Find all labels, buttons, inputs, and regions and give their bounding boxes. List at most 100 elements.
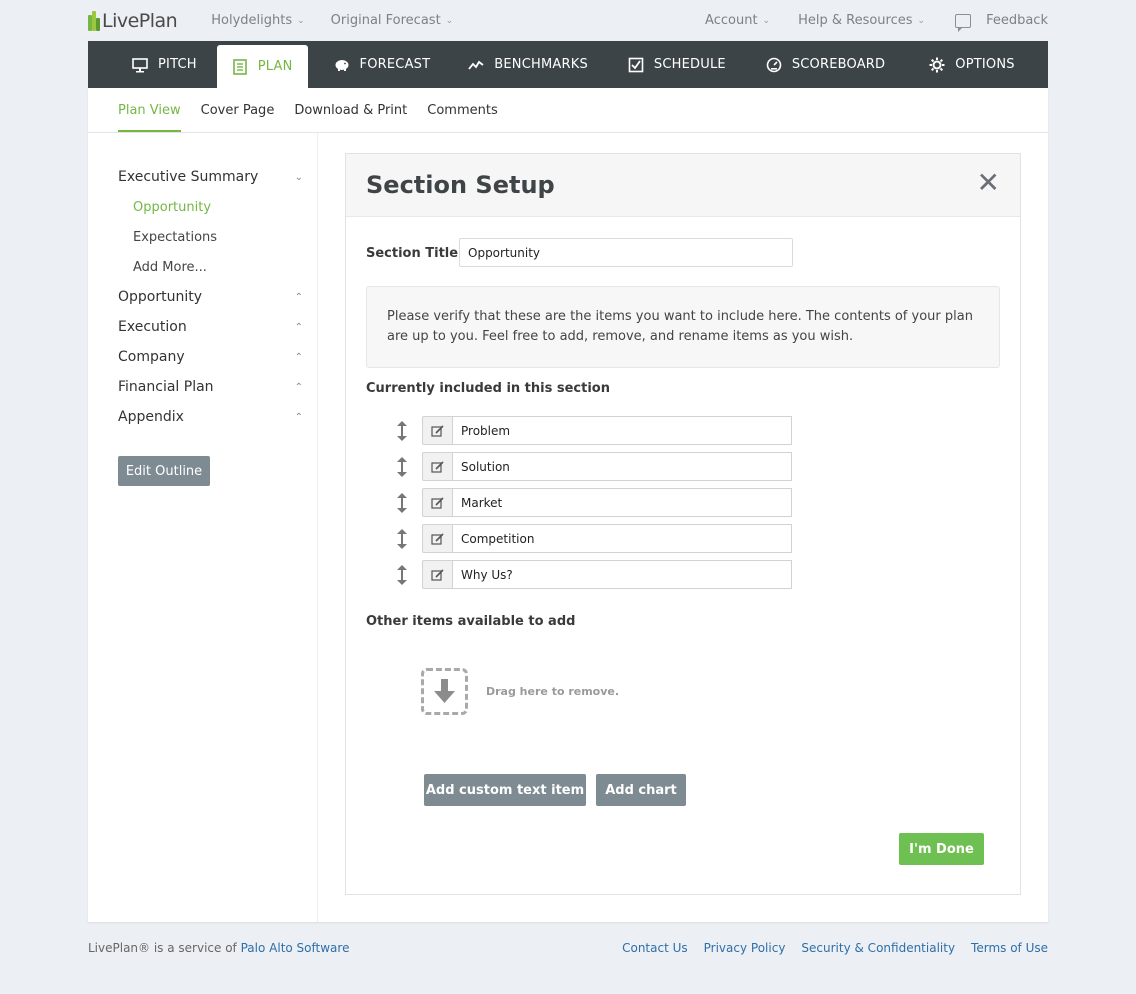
chevron-up-icon[interactable]: ⌃ [295, 382, 303, 393]
sidebar-item-opportunity[interactable]: Opportunity [133, 200, 211, 215]
add-custom-text-button[interactable]: Add custom text item [424, 774, 586, 806]
footer: LivePlan® is a service of Palo Alto Soft… [88, 941, 1048, 955]
piggy-bank-icon [334, 57, 350, 73]
other-items-heading: Other items available to add [366, 614, 576, 629]
item-name-input[interactable] [453, 488, 792, 517]
service-text: LivePlan® is a service of Palo Alto Soft… [88, 941, 349, 955]
drag-handle-icon[interactable] [396, 456, 408, 477]
top-right-links: Account ⌄ Help & Resources ⌄ Feedback [677, 13, 1048, 32]
item-name-input[interactable] [453, 416, 792, 445]
contact-us-link[interactable]: Contact Us [622, 941, 688, 955]
close-icon[interactable]: ✕ [977, 169, 1000, 197]
sidebar-section-financial-plan[interactable]: Financial Plan ⌃ [118, 379, 303, 395]
gauge-icon [766, 57, 782, 73]
tab-pitch-label: PITCH [158, 57, 197, 72]
section-title-input[interactable] [459, 238, 793, 267]
edit-icon[interactable] [422, 560, 453, 589]
chevron-up-icon[interactable]: ⌃ [295, 412, 303, 423]
subtab-plan-view[interactable]: Plan View [118, 88, 181, 132]
company-menu-label: Holydelights [211, 13, 293, 28]
subtab-cover-page[interactable]: Cover Page [201, 88, 275, 132]
section-label: Executive Summary [118, 169, 259, 185]
chevron-down-icon: ⌄ [445, 15, 454, 26]
content-panel: Plan View Cover Page Download & Print Co… [88, 88, 1048, 922]
verify-notice: Please verify that these are the items y… [366, 286, 1000, 368]
remove-dropzone[interactable] [421, 668, 468, 715]
arrow-down-icon [434, 679, 455, 703]
dialog-header: Section Setup [346, 154, 1020, 217]
edit-icon[interactable] [422, 452, 453, 481]
sidebar-item-add-more[interactable]: Add More... [133, 260, 207, 275]
item-name-input[interactable] [453, 524, 792, 553]
chevron-up-icon[interactable]: ⌃ [295, 292, 303, 303]
account-label: Account [705, 13, 758, 28]
sub-nav: Plan View Cover Page Download & Print Co… [88, 88, 1048, 133]
logo-text: LivePlan [102, 9, 178, 32]
list-item [396, 524, 792, 553]
sidebar-section-appendix[interactable]: Appendix ⌃ [118, 409, 303, 425]
edit-outline-button[interactable]: Edit Outline [118, 456, 210, 486]
terms-of-use-link[interactable]: Terms of Use [971, 941, 1048, 955]
security-link[interactable]: Security & Confidentiality [801, 941, 955, 955]
chevron-up-icon[interactable]: ⌃ [295, 352, 303, 363]
drag-handle-icon[interactable] [396, 564, 408, 585]
account-menu[interactable]: Account ⌄ [705, 13, 770, 28]
subtab-download-print[interactable]: Download & Print [294, 88, 407, 132]
sidebar-section-company[interactable]: Company ⌃ [118, 349, 303, 365]
tab-scoreboard-label: SCOREBOARD [791, 57, 886, 72]
section-setup-dialog: Section Setup ✕ Section Title: Please ve… [345, 153, 1021, 895]
tab-scoreboard[interactable]: SCOREBOARD [746, 41, 905, 88]
list-item [396, 416, 792, 445]
forecast-menu[interactable]: Original Forecast ⌄ [331, 13, 454, 28]
company-menu[interactable]: Holydelights ⌄ [211, 13, 304, 28]
trend-icon [468, 57, 484, 73]
dropzone-label: Drag here to remove. [486, 685, 620, 698]
item-name-input[interactable] [453, 560, 792, 589]
tab-forecast-label: FORECAST [359, 57, 431, 72]
tab-schedule-label: SCHEDULE [653, 57, 726, 72]
palo-alto-link[interactable]: Palo Alto Software [241, 941, 350, 955]
footer-links: Contact Us Privacy Policy Security & Con… [622, 941, 1048, 955]
tab-plan-label: PLAN [257, 59, 293, 74]
edit-icon[interactable] [422, 524, 453, 553]
help-menu[interactable]: Help & Resources ⌄ [798, 13, 925, 28]
tab-plan[interactable]: PLAN [216, 45, 308, 88]
list-item [396, 488, 792, 517]
tab-benchmarks[interactable]: BENCHMARKS [450, 41, 608, 88]
sidebar-item-expectations[interactable]: Expectations [133, 230, 217, 245]
section-label: Company [118, 349, 185, 365]
privacy-policy-link[interactable]: Privacy Policy [704, 941, 786, 955]
drag-handle-icon[interactable] [396, 528, 408, 549]
drag-handle-icon[interactable] [396, 492, 408, 513]
section-label: Financial Plan [118, 379, 214, 395]
forecast-menu-label: Original Forecast [330, 13, 441, 28]
chevron-up-icon[interactable]: ⌃ [295, 322, 303, 333]
done-button[interactable]: I'm Done [899, 833, 984, 865]
sidebar-section-execution[interactable]: Execution ⌃ [118, 319, 303, 335]
logo-mark-icon [88, 10, 100, 31]
tab-schedule[interactable]: SCHEDULE [608, 41, 746, 88]
subtab-comments[interactable]: Comments [427, 88, 497, 132]
section-title-label: Section Title: [366, 246, 464, 261]
chevron-down-icon: ⌄ [917, 15, 926, 26]
main-nav: PITCH PLAN FORECAST BENCHMARKS SCHEDULE … [88, 41, 1048, 88]
notebook-icon [232, 58, 248, 75]
add-chart-button[interactable]: Add chart [596, 774, 686, 806]
included-heading: Currently included in this section [366, 381, 610, 396]
tab-pitch[interactable]: PITCH [88, 41, 217, 88]
liveplan-logo[interactable]: LivePlan [88, 9, 178, 32]
service-prefix: LivePlan® is a service of [88, 941, 237, 955]
sidebar-section-executive-summary[interactable]: Executive Summary ⌄ [118, 169, 303, 185]
edit-icon[interactable] [422, 416, 453, 445]
chevron-down-icon[interactable]: ⌄ [295, 172, 303, 183]
feedback-link[interactable]: Feedback [955, 13, 1048, 32]
section-label: Appendix [118, 409, 184, 425]
item-name-input[interactable] [453, 452, 792, 481]
sidebar-section-opportunity[interactable]: Opportunity ⌃ [118, 289, 303, 305]
drag-handle-icon[interactable] [396, 420, 408, 441]
tab-benchmarks-label: BENCHMARKS [494, 57, 588, 72]
tab-options[interactable]: OPTIONS [905, 41, 1068, 88]
edit-icon[interactable] [422, 488, 453, 517]
dialog-title: Section Setup [366, 171, 555, 199]
tab-forecast[interactable]: FORECAST [308, 41, 451, 88]
